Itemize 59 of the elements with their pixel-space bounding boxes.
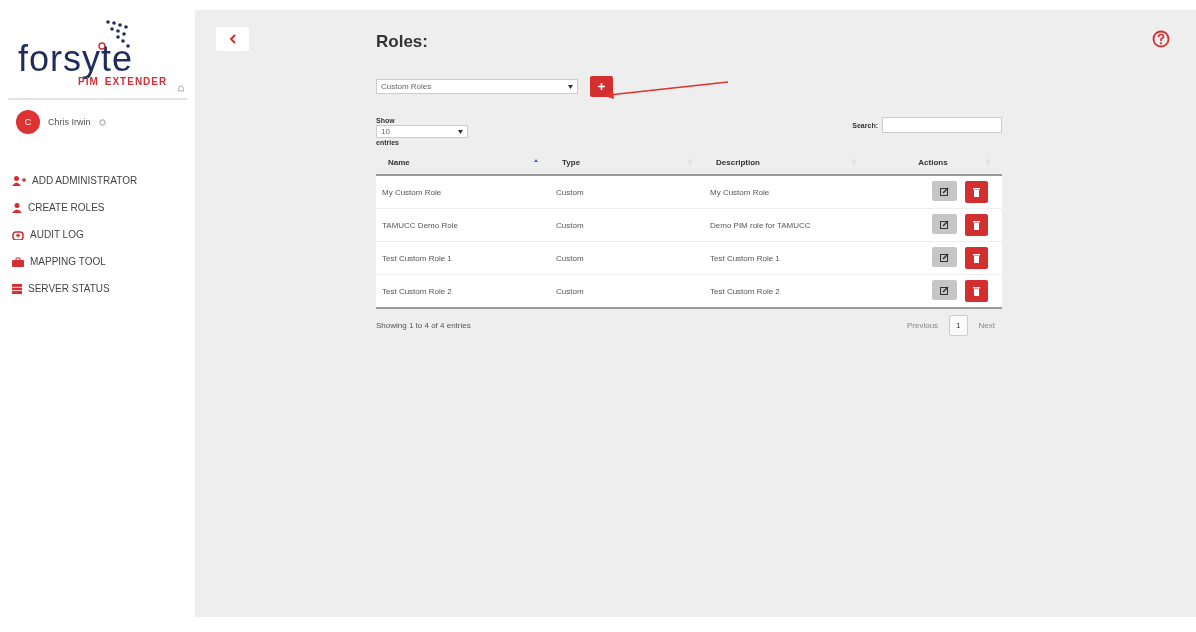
table-cell: Custom <box>550 241 704 275</box>
delete-button[interactable] <box>965 247 988 269</box>
toolbox-icon <box>12 256 24 267</box>
table-cell: Test Custom Role 2 <box>376 274 550 307</box>
trash-icon <box>973 253 980 263</box>
edit-icon <box>940 219 949 229</box>
column-header[interactable]: Name <box>388 157 534 167</box>
delete-button[interactable] <box>965 280 988 302</box>
table-cell: TAMUCC Demo Role <box>376 208 550 242</box>
user-name[interactable]: Chris Irwin <box>48 117 91 127</box>
edit-button[interactable] <box>932 181 957 201</box>
trash-icon <box>973 286 980 296</box>
search-field[interactable] <box>882 117 1002 133</box>
help-icon[interactable] <box>1152 30 1170 48</box>
nav-item[interactable]: AUDIT LOG <box>12 226 183 243</box>
column-header[interactable]: Type <box>562 157 688 167</box>
table-cell: Custom <box>550 274 704 307</box>
add-role-button[interactable] <box>590 76 613 97</box>
table-cell: Custom <box>550 175 704 209</box>
page-title: Roles: <box>376 32 429 52</box>
column-header[interactable]: Description <box>716 157 852 167</box>
nav-item[interactable]: SERVER STATUS <box>12 280 183 297</box>
medkit-icon <box>12 229 24 240</box>
nav-item[interactable]: MAPPING TOOL <box>12 253 183 270</box>
plus-icon <box>598 83 605 90</box>
edit-icon <box>940 252 949 262</box>
edit-button[interactable] <box>932 247 957 267</box>
edit-icon <box>940 285 949 295</box>
table-cell: Test Custom Role 1 <box>376 241 550 275</box>
chevron-left-icon <box>229 34 236 44</box>
table-info: Showing 1 to 4 of 4 entries <box>376 321 471 330</box>
caret-icon <box>458 129 463 134</box>
user-plus-icon <box>12 175 26 186</box>
trash-icon <box>973 187 980 197</box>
user-avatar[interactable]: C <box>16 110 40 134</box>
delete-button[interactable] <box>965 181 988 203</box>
user-icon <box>12 202 22 213</box>
nav-item[interactable]: CREATE ROLES <box>12 199 183 216</box>
entries-select[interactable]: 10 <box>376 125 468 138</box>
edit-icon <box>940 186 949 196</box>
edit-button[interactable] <box>932 214 957 234</box>
logo-tagline: PIM <box>78 76 99 87</box>
edit-button[interactable] <box>932 280 957 300</box>
nav-item[interactable]: ADD ADMINISTRATOR <box>12 172 183 189</box>
table-cell: Demo PIM role for TAMUCC <box>704 208 868 242</box>
table-cell: Custom <box>550 208 704 242</box>
column-header[interactable]: Actions <box>880 157 986 167</box>
trash-icon <box>973 220 980 230</box>
role-type-select[interactable]: Custom Roles <box>376 79 578 94</box>
logo-tagline: EXTENDER <box>104 76 168 87</box>
caret-icon <box>568 84 573 89</box>
pagination-button[interactable]: 1 <box>949 315 968 336</box>
delete-button[interactable] <box>965 214 988 236</box>
table-cell: My Custom Role <box>376 175 550 209</box>
back-button[interactable] <box>216 27 249 51</box>
table-cell: Test Custom Role 1 <box>704 241 868 275</box>
server-icon <box>12 283 22 294</box>
table-cell: My Custom Role <box>704 175 868 209</box>
table-cell: Test Custom Role 2 <box>704 274 868 307</box>
